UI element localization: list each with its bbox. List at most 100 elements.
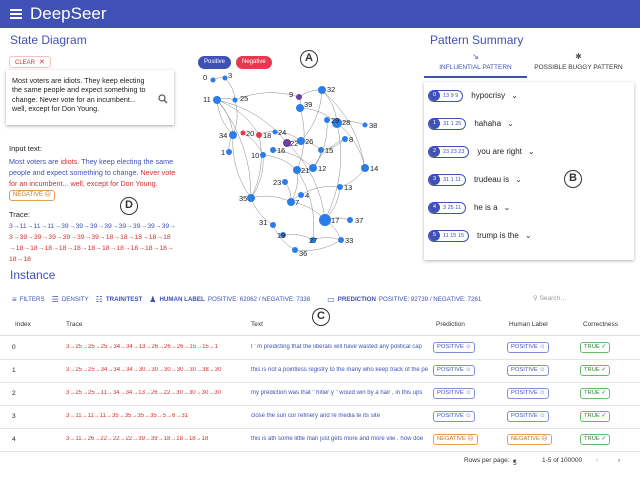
density-button[interactable]: ☰ DENSITY xyxy=(52,295,89,304)
prediction-toggle[interactable]: ▭ PREDICTION POSITIVE: 92739 / NEGATIVE: 7… xyxy=(327,295,491,304)
pattern-item[interactable]: 43 25 11 he is a ⌄ xyxy=(428,200,510,215)
graph-node[interactable] xyxy=(240,130,246,136)
graph-node[interactable] xyxy=(297,137,305,145)
graph-node-label: 3 xyxy=(228,71,232,80)
graph-node[interactable] xyxy=(229,131,237,139)
col-prediction[interactable]: Prediction xyxy=(436,321,465,328)
filters-button[interactable]: ≡ FILTERS xyxy=(12,295,45,304)
graph-node[interactable] xyxy=(222,75,228,81)
menu-icon[interactable] xyxy=(10,7,22,21)
graph-node[interactable] xyxy=(247,194,255,202)
graph-edge xyxy=(250,134,262,199)
graph-node[interactable] xyxy=(309,164,317,172)
pattern-badge: 1 31 1 25 xyxy=(428,117,467,130)
graph-node[interactable] xyxy=(287,198,295,206)
pattern-item[interactable]: 2 23 23 23 you are right ⌄ xyxy=(428,144,535,159)
graph-node[interactable] xyxy=(293,166,301,174)
table-row[interactable]: 0 3→25→25→25→34→34→13→26→26→26→15→15→1 I '… xyxy=(0,337,640,360)
table-row[interactable]: 3 3→11→11→11→35→35→35→35→5→6→31 close the … xyxy=(0,406,640,429)
graph-node[interactable] xyxy=(342,136,348,142)
graph-node[interactable] xyxy=(324,117,330,123)
graph-node[interactable] xyxy=(318,147,324,153)
legend-positive[interactable]: Positive xyxy=(198,56,232,69)
graph-edge xyxy=(262,154,298,171)
pattern-badge: 5 11 15 15 xyxy=(428,229,470,242)
col-human-label[interactable]: Human Label xyxy=(509,321,548,328)
graph-node[interactable] xyxy=(318,86,326,94)
graph-node[interactable] xyxy=(338,237,344,243)
table-row[interactable]: 4 3→11→26→22→22→22→39→39→18→18→18→18 this … xyxy=(0,429,640,452)
pattern-item[interactable]: 1 31 1 25 hahaha ⌄ xyxy=(428,116,514,131)
graph-node-label: 11 xyxy=(203,95,211,104)
pattern-summary-title: Pattern Summary xyxy=(430,33,524,47)
graph-node[interactable] xyxy=(232,97,238,103)
graph-node[interactable] xyxy=(337,184,343,190)
graph-node[interactable] xyxy=(292,247,298,253)
row-index: 3 xyxy=(12,413,16,420)
prev-page-icon[interactable]: ‹ xyxy=(596,457,598,464)
rows-per-page-label: Rows per page: xyxy=(464,457,510,464)
pattern-badge: 43 25 11 xyxy=(428,201,466,214)
chevron-down-icon[interactable]: ⌄ xyxy=(525,231,532,240)
input-textbox[interactable]: Most voters are idiots. They keep electi… xyxy=(6,70,174,125)
row-trace: 3→11→11→11→35→35→35→35→5→6→31 xyxy=(66,413,189,419)
row-human-label-chip: POSITIVE ☺ xyxy=(507,365,550,376)
graph-edge xyxy=(296,169,315,241)
graph-node-label: 19 xyxy=(277,231,285,240)
instance-search[interactable]: ⚲ Search… xyxy=(533,294,567,302)
graph-node[interactable] xyxy=(296,94,302,100)
graph-node[interactable] xyxy=(270,222,276,228)
clear-button[interactable]: CLEAR ✕ xyxy=(9,56,51,68)
state-graph[interactable]: 0 311 25 9321834 20 2428 3822 2615101621 12 14129… xyxy=(195,70,395,260)
graph-node[interactable] xyxy=(296,104,304,112)
graph-node[interactable] xyxy=(260,152,266,158)
graph-node-label: 21 xyxy=(301,166,309,175)
col-correctness[interactable]: Correctness xyxy=(583,321,618,328)
graph-node[interactable] xyxy=(270,147,276,153)
legend-negative[interactable]: Negative xyxy=(236,56,272,69)
chevron-down-icon[interactable]: ⌄ xyxy=(507,119,514,128)
input-textbox-value: Most voters are idiots. They keep electi… xyxy=(12,76,146,114)
tab-influential-pattern[interactable]: ↘ INFLUENTIAL PATTERN xyxy=(424,52,527,78)
pattern-item[interactable]: 0 13 9 9 hypocrisy ⌄ xyxy=(428,88,518,103)
col-trace[interactable]: Trace xyxy=(66,321,82,328)
filter-icon: ≡ xyxy=(12,294,17,304)
col-index[interactable]: Index xyxy=(15,321,31,328)
pattern-item[interactable]: 3 31 1 11 trudeau is ⌄ xyxy=(428,172,522,187)
col-text[interactable]: Text xyxy=(251,321,263,328)
table-row[interactable]: 1 3→25→25→34→34→34→30→30→30→30→30→38→30 th… xyxy=(0,360,640,383)
rows-per-page-select[interactable]: 5 ▾ xyxy=(513,457,517,467)
input-prediction-chip: NEGATIVE ☹ xyxy=(9,189,55,202)
graph-node[interactable] xyxy=(362,122,368,128)
tab-possible-buggy-pattern[interactable]: ✱ POSSIBLE BUGGY PATTERN xyxy=(527,52,630,78)
chevron-down-icon[interactable]: ⌄ xyxy=(528,147,535,156)
chevron-down-icon[interactable]: ⌄ xyxy=(511,91,518,100)
graph-node[interactable] xyxy=(282,179,288,185)
search-icon[interactable] xyxy=(158,94,168,104)
traintest-button[interactable]: ☷ TRAIN/TEST xyxy=(96,295,143,304)
graph-node-label: 36 xyxy=(299,249,307,258)
graph-node[interactable] xyxy=(256,132,262,138)
chevron-down-icon[interactable]: ⌄ xyxy=(515,175,522,184)
graph-node[interactable] xyxy=(226,149,232,155)
next-page-icon[interactable]: › xyxy=(618,457,620,464)
row-trace: 3→25→25→34→34→34→30→30→30→30→30→38→30 xyxy=(66,367,222,373)
graph-node-label: 0 xyxy=(203,73,207,82)
pattern-badge: 3 31 1 11 xyxy=(428,173,466,186)
graph-node[interactable] xyxy=(298,192,304,198)
graph-node-label: 7 xyxy=(295,198,299,207)
graph-node[interactable] xyxy=(213,96,221,104)
pattern-item[interactable]: 5 11 15 15 trump is the ⌄ xyxy=(428,228,532,243)
table-row[interactable]: 2 3→25→25→11→34→34→13→26→22→30→30→30→30 my… xyxy=(0,383,640,406)
human-label-toggle[interactable]: ♟ HUMAN LABEL POSITIVE: 62062 / NEGATIVE: … xyxy=(149,295,320,304)
graph-node-label: 15 xyxy=(325,146,333,155)
input-text-label: Input text: xyxy=(9,144,42,153)
row-correctness-chip: TRUE ✓ xyxy=(580,365,611,376)
graph-node[interactable] xyxy=(361,164,369,172)
graph-node[interactable] xyxy=(210,77,216,83)
chevron-down-icon[interactable]: ⌄ xyxy=(504,203,511,212)
graph-node[interactable] xyxy=(319,214,331,226)
graph-node[interactable] xyxy=(347,217,353,223)
row-trace: 3→11→26→22→22→22→39→39→18→18→18→18 xyxy=(66,436,209,442)
graph-node[interactable] xyxy=(272,129,278,135)
